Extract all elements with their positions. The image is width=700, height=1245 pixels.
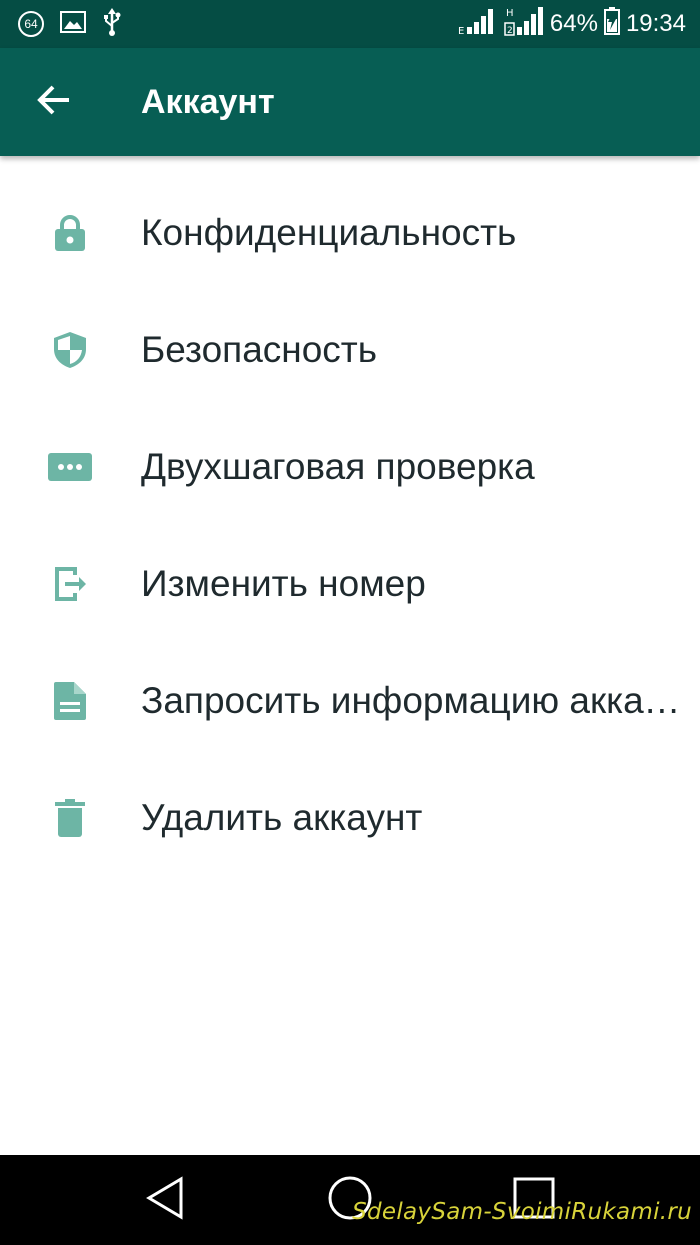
- signal-h-icon: H 2: [504, 6, 544, 43]
- dots-box-icon: [44, 441, 96, 493]
- nav-back-button[interactable]: [137, 1172, 193, 1228]
- menu-item-label: Безопасность: [141, 328, 378, 370]
- battery-percent: 64%: [549, 10, 598, 37]
- menu-item-change-number[interactable]: Изменить номер: [0, 525, 700, 642]
- battery-charging-icon: [603, 6, 620, 42]
- menu-item-label: Запросить информацию аккаунта: [141, 679, 690, 721]
- document-icon: [44, 675, 96, 727]
- menu-item-label: Удалить аккаунт: [141, 796, 423, 838]
- svg-text:H: H: [506, 8, 514, 19]
- lock-icon: [44, 207, 96, 259]
- trash-icon: [44, 792, 96, 844]
- menu-item-privacy[interactable]: Конфиденциальность: [0, 174, 700, 291]
- svg-text:E: E: [458, 26, 464, 35]
- change-number-icon: [44, 558, 96, 610]
- shield-icon: [44, 324, 96, 376]
- page-title: Аккаунт: [141, 83, 275, 121]
- menu-item-label: Изменить номер: [141, 562, 426, 604]
- status-bar: 64 E H 2 64% 19:34: [0, 0, 700, 48]
- clock: 19:34: [625, 10, 686, 37]
- status-right: E H 2 64% 19:34: [458, 6, 686, 42]
- status-left: 64: [18, 7, 122, 41]
- signal-icon: E: [458, 7, 498, 42]
- back-button[interactable]: [30, 78, 78, 126]
- svg-text:2: 2: [507, 26, 513, 36]
- menu-item-label: Конфиденциальность: [141, 211, 517, 253]
- back-triangle-icon: [145, 1175, 185, 1225]
- app-bar: Аккаунт: [0, 48, 700, 156]
- menu-item-delete-account[interactable]: Удалить аккаунт: [0, 759, 700, 876]
- menu-item-two-step[interactable]: Двухшаговая проверка: [0, 408, 700, 525]
- notification-badge-count: 64: [24, 17, 38, 31]
- arrow-left-icon: [37, 85, 71, 120]
- menu-item-request-info[interactable]: Запросить информацию аккаунта: [0, 642, 700, 759]
- notification-badge: 64: [18, 11, 44, 37]
- menu-item-label: Двухшаговая проверка: [141, 445, 535, 487]
- usb-icon: [102, 7, 122, 41]
- watermark: SdelaySam-SvoimiRukami.ru: [352, 1199, 692, 1225]
- navigation-bar: SdelaySam-SvoimiRukami.ru: [0, 1155, 700, 1245]
- photo-icon: [60, 10, 86, 38]
- menu-item-security[interactable]: Безопасность: [0, 291, 700, 408]
